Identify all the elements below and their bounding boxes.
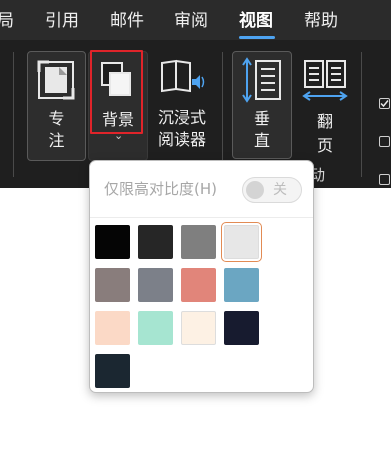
ruler-checkbox[interactable] — [379, 98, 390, 109]
navigation-pane-checkbox[interactable] — [379, 174, 390, 185]
gridlines-checkbox[interactable] — [379, 136, 390, 147]
menu-bar: 局 引用 邮件 审阅 视图 帮助 — [0, 0, 391, 40]
focus-icon — [37, 60, 75, 100]
immersive-label-2: 阅读器 — [157, 130, 206, 149]
check-icon — [380, 100, 389, 108]
ribbon-separator — [222, 52, 223, 177]
high-contrast-only-label: 仅限高对比度(H) — [104, 180, 217, 198]
tab-layout[interactable]: 局 — [0, 8, 14, 34]
ribbon-separator — [13, 52, 14, 177]
vertical-label-1: 垂 — [253, 109, 270, 128]
color-swatch[interactable] — [95, 225, 130, 259]
vertical-label-2: 直 — [253, 131, 270, 150]
tab-references[interactable]: 引用 — [45, 8, 79, 34]
focus-label-1: 专 — [48, 109, 65, 128]
color-swatch[interactable] — [224, 268, 259, 302]
color-swatch[interactable] — [138, 225, 173, 259]
color-swatch[interactable] — [181, 268, 216, 302]
focus-button[interactable]: 专 注 — [27, 51, 86, 161]
page-flip-button[interactable]: 翻 页 — [296, 51, 354, 159]
pageflip-label-2: 页 — [316, 136, 333, 155]
color-swatch[interactable] — [221, 222, 262, 262]
vertical-scroll-icon — [242, 57, 281, 103]
vertical-scroll-button[interactable]: 垂 直 — [232, 51, 292, 159]
color-swatch[interactable] — [138, 311, 173, 345]
tab-help[interactable]: 帮助 — [304, 8, 338, 34]
high-contrast-toggle[interactable]: 关 — [242, 177, 302, 203]
color-swatch[interactable] — [95, 268, 130, 302]
color-swatch[interactable] — [181, 311, 216, 345]
pageflip-label-1: 翻 — [316, 112, 333, 131]
immersive-reader-icon — [161, 59, 205, 93]
color-swatch[interactable] — [95, 311, 130, 345]
toggle-state-label: 关 — [273, 182, 287, 198]
ribbon-separator — [361, 52, 362, 177]
color-swatch[interactable] — [138, 268, 173, 302]
focus-label-2: 注 — [48, 131, 65, 150]
color-swatch[interactable] — [95, 354, 130, 388]
word-view-ribbon: 局 引用 邮件 审阅 视图 帮助 专 注 背景 ⌄ 沉浸式 阅读器 垂 直 翻 … — [0, 0, 391, 453]
popup-divider — [90, 217, 313, 218]
toggle-knob — [246, 181, 264, 199]
immersive-label-1: 沉浸式 — [157, 108, 206, 127]
background-highlight-frame — [90, 50, 143, 134]
tab-review[interactable]: 审阅 — [174, 8, 208, 34]
active-tab-indicator — [239, 36, 275, 39]
immersive-reader-button[interactable]: 沉浸式 阅读器 — [150, 51, 214, 159]
color-swatch[interactable] — [181, 225, 216, 259]
color-swatch[interactable] — [224, 311, 259, 345]
side-to-side-icon — [302, 60, 348, 101]
tab-view[interactable]: 视图 — [239, 8, 273, 34]
page-color-dropdown: 仅限高对比度(H) 关 — [89, 160, 314, 393]
tab-mailings[interactable]: 邮件 — [110, 8, 144, 34]
